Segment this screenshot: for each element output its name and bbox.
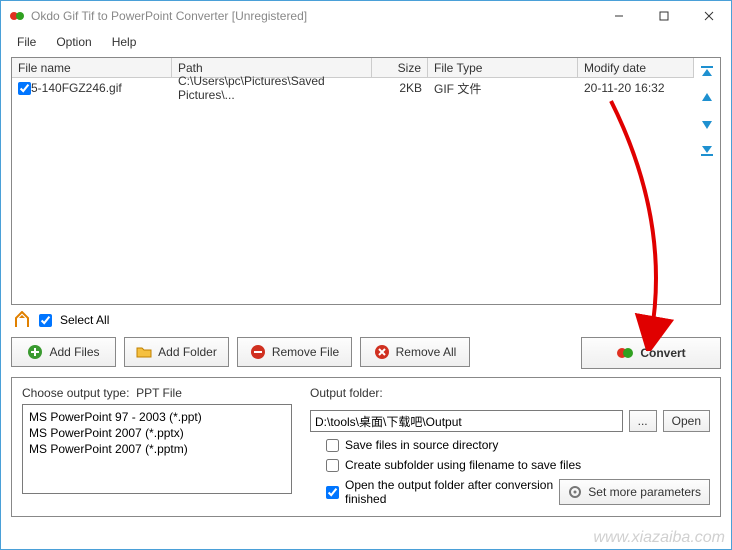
watermark: www.xiazaiba.com: [593, 529, 725, 547]
col-filetype[interactable]: File Type: [428, 58, 578, 77]
open-folder-checkbox[interactable]: [326, 486, 339, 499]
col-date[interactable]: Modify date: [578, 58, 694, 77]
list-item[interactable]: MS PowerPoint 97 - 2003 (*.ppt): [27, 409, 287, 425]
cell-date: 20-11-20 16:32: [578, 79, 694, 97]
menu-option[interactable]: Option: [48, 33, 99, 51]
table-row[interactable]: 5-140FGZ246.gif C:\Users\pc\Pictures\Sav…: [12, 78, 694, 98]
app-icon: [9, 8, 25, 24]
menu-bar: File Option Help: [1, 31, 731, 55]
select-all-checkbox[interactable]: [39, 314, 52, 327]
output-folder-input[interactable]: [310, 410, 623, 432]
browse-button[interactable]: ...: [629, 410, 657, 432]
output-type-listbox[interactable]: MS PowerPoint 97 - 2003 (*.ppt) MS Power…: [22, 404, 292, 494]
row-checkbox[interactable]: [18, 82, 31, 95]
add-folder-button[interactable]: Add Folder: [124, 337, 229, 367]
add-files-button[interactable]: Add Files: [11, 337, 116, 367]
maximize-button[interactable]: [641, 1, 686, 31]
open-button[interactable]: Open: [663, 410, 710, 432]
chk-open-label: Open the output folder after conversion …: [345, 478, 559, 506]
output-type-label: Choose output type: PPT File: [22, 386, 292, 400]
remove-file-button[interactable]: Remove File: [237, 337, 352, 367]
cell-type: GIF 文件: [428, 78, 578, 99]
move-top-icon[interactable]: [699, 64, 715, 80]
create-subfolder-checkbox[interactable]: [326, 459, 339, 472]
select-all-label: Select All: [60, 313, 109, 327]
list-item[interactable]: MS PowerPoint 2007 (*.pptm): [27, 441, 287, 457]
cell-size: 2KB: [372, 79, 428, 97]
list-item[interactable]: MS PowerPoint 2007 (*.pptx): [27, 425, 287, 441]
close-button[interactable]: [686, 1, 731, 31]
minimize-button[interactable]: [596, 1, 641, 31]
chk-sub-label: Create subfolder using filename to save …: [345, 458, 581, 472]
menu-help[interactable]: Help: [104, 33, 145, 51]
move-up-icon[interactable]: [699, 90, 715, 106]
plus-icon: [27, 344, 43, 360]
remove-all-button[interactable]: Remove All: [360, 337, 470, 367]
chk-src-label: Save files in source directory: [345, 438, 498, 452]
file-table: File name Path Size File Type Modify dat…: [12, 58, 694, 304]
save-source-checkbox[interactable]: [326, 439, 339, 452]
minus-icon: [250, 344, 266, 360]
up-folder-icon[interactable]: [13, 311, 31, 329]
folder-icon: [136, 344, 152, 360]
x-icon: [374, 344, 390, 360]
col-filename[interactable]: File name: [12, 58, 172, 77]
cell-path: C:\Users\pc\Pictures\Saved Pictures\...: [172, 72, 372, 104]
col-size[interactable]: Size: [372, 58, 428, 77]
menu-file[interactable]: File: [9, 33, 44, 51]
convert-icon: [616, 344, 634, 362]
convert-button[interactable]: Convert: [581, 337, 721, 369]
window-title: Okdo Gif Tif to PowerPoint Converter [Un…: [31, 9, 596, 23]
cell-name: 5-140FGZ246.gif: [31, 81, 122, 95]
gear-icon: [568, 485, 582, 499]
move-down-icon[interactable]: [699, 116, 715, 132]
move-bottom-icon[interactable]: [699, 142, 715, 158]
set-more-parameters-button[interactable]: Set more parameters: [559, 479, 710, 505]
output-folder-label: Output folder:: [310, 386, 710, 400]
